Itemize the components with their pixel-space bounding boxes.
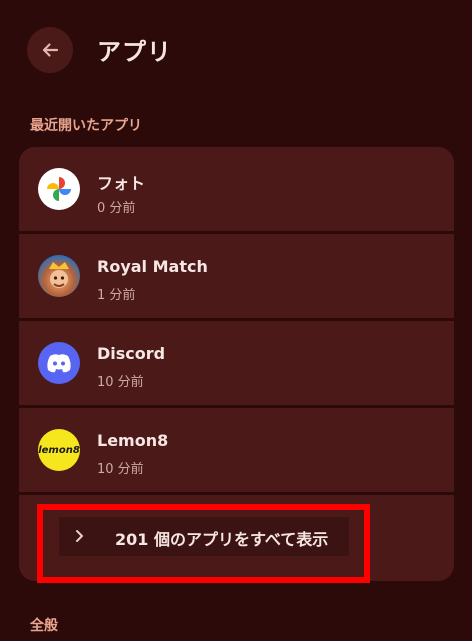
royal-match-icon	[38, 255, 80, 297]
app-last-opened: 1 分前	[97, 288, 136, 303]
app-last-opened: 10 分前	[97, 375, 144, 390]
lemon8-icon: lemon8	[38, 429, 80, 471]
page-title: アプリ	[97, 38, 172, 66]
app-name: フォト	[97, 174, 146, 193]
app-row-photos[interactable]: フォト 0 分前	[19, 147, 454, 231]
recent-apps-section-label: 最近開いたアプリ	[30, 118, 142, 134]
app-header: アプリ	[0, 0, 472, 100]
app-last-opened: 10 分前	[97, 462, 144, 477]
general-section-label: 全般	[30, 618, 58, 634]
app-last-opened: 0 分前	[97, 201, 136, 216]
recent-apps-card: フォト 0 分前 Royal Match 1 分前 Discord 10 分前	[19, 147, 454, 581]
arrow-left-icon	[42, 43, 59, 57]
app-name: Lemon8	[97, 431, 169, 450]
google-photos-icon	[38, 168, 80, 210]
chevron-right-icon	[76, 530, 83, 542]
app-row-royal-match[interactable]: Royal Match 1 分前	[19, 234, 454, 318]
app-name: Royal Match	[97, 257, 208, 276]
lemon8-logo-text: lemon8	[38, 444, 80, 456]
see-all-apps-row[interactable]: 201 個のアプリをすべて表示	[19, 495, 454, 581]
see-all-apps-label: 201 個のアプリをすべて表示	[115, 530, 329, 549]
app-row-discord[interactable]: Discord 10 分前	[19, 321, 454, 405]
app-row-lemon8[interactable]: lemon8 Lemon8 10 分前	[19, 408, 454, 492]
discord-icon	[38, 342, 80, 384]
see-all-apps-button[interactable]: 201 個のアプリをすべて表示	[59, 517, 349, 556]
app-name: Discord	[97, 344, 166, 363]
back-button[interactable]	[27, 27, 73, 73]
